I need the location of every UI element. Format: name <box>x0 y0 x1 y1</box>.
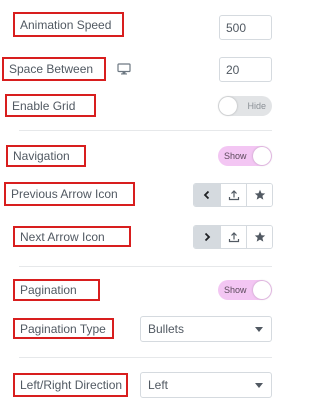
animation-speed-label: Animation Speed <box>13 12 124 37</box>
toggle-knob <box>219 97 237 115</box>
section-divider <box>19 266 272 267</box>
pagination-type-label: Pagination Type <box>13 318 114 339</box>
previous-chevron-left-option[interactable] <box>194 184 220 206</box>
toggle-knob <box>253 147 271 165</box>
left-right-direction-selected: Left <box>148 378 169 392</box>
chevron-down-icon <box>255 383 263 388</box>
pagination-label: Pagination <box>13 279 100 301</box>
star-icon <box>254 189 265 200</box>
chevron-left-icon <box>203 190 210 200</box>
upload-icon <box>228 232 239 243</box>
next-upload-option[interactable] <box>220 226 246 248</box>
pagination-toggle-text: Show <box>224 285 247 295</box>
pagination-type-select[interactable]: Bullets <box>140 316 272 342</box>
animation-speed-input[interactable] <box>219 15 272 40</box>
previous-arrow-icon-picker[interactable] <box>193 183 273 207</box>
enable-grid-toggle-text: Hide <box>247 101 266 111</box>
desktop-monitor-icon[interactable] <box>117 63 131 75</box>
next-arrow-icon-picker[interactable] <box>193 225 273 249</box>
next-chevron-right-option[interactable] <box>194 226 220 248</box>
section-divider <box>19 357 272 358</box>
navigation-toggle-text: Show <box>224 151 247 161</box>
toggle-knob <box>253 281 271 299</box>
navigation-label: Navigation <box>6 145 86 167</box>
space-between-input[interactable] <box>219 57 272 82</box>
previous-star-option[interactable] <box>246 184 272 206</box>
enable-grid-label: Enable Grid <box>5 94 96 117</box>
section-divider <box>19 130 272 131</box>
pagination-type-selected: Bullets <box>148 322 185 336</box>
next-star-option[interactable] <box>246 226 272 248</box>
chevron-right-icon <box>204 232 211 242</box>
upload-icon <box>228 190 239 201</box>
space-between-label: Space Between <box>2 57 106 81</box>
previous-upload-option[interactable] <box>220 184 246 206</box>
next-arrow-icon-label: Next Arrow Icon <box>13 226 131 247</box>
left-right-direction-label: Left/Right Direction <box>13 373 128 397</box>
pagination-toggle[interactable]: Show <box>218 280 272 300</box>
chevron-down-icon <box>255 327 263 332</box>
star-icon <box>254 231 265 242</box>
left-right-direction-select[interactable]: Left <box>140 372 272 398</box>
previous-arrow-icon-label: Previous Arrow Icon <box>4 182 135 206</box>
navigation-toggle[interactable]: Show <box>218 146 272 166</box>
enable-grid-toggle[interactable]: Hide <box>218 96 272 116</box>
